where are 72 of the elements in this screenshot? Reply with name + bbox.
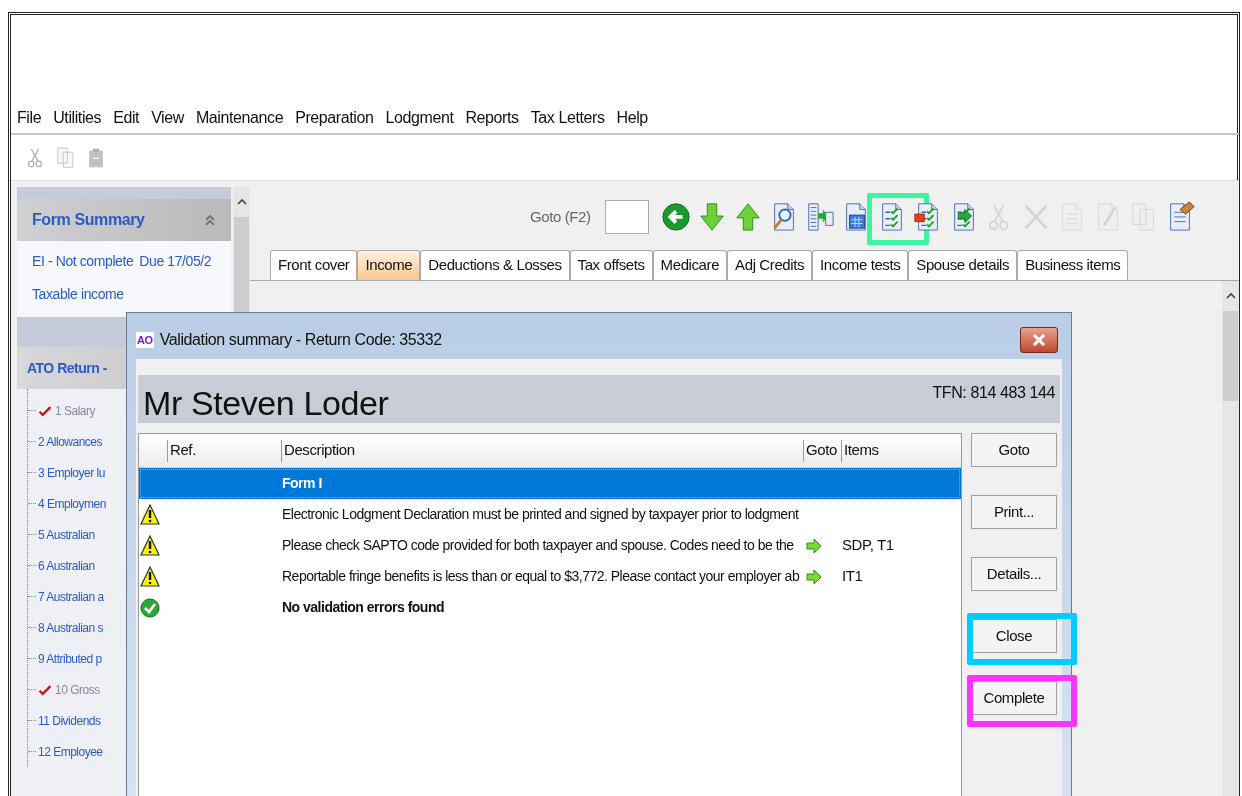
collapse-chevron-icon[interactable]	[204, 213, 216, 227]
tree-item[interactable]: 9 Attributed p	[38, 649, 102, 668]
dialog-button[interactable]: Close	[971, 619, 1057, 653]
tab[interactable]: Income tests	[812, 250, 909, 280]
column-header[interactable]: Description	[284, 439, 355, 462]
selected-row[interactable]: Form I	[139, 468, 961, 499]
dialog-button[interactable]: Print...	[971, 495, 1057, 529]
tab[interactable]: Business items	[1017, 250, 1129, 280]
tfn-label: TFN: 814 483 144	[932, 383, 1055, 403]
menu-item[interactable]: Reports	[465, 106, 519, 130]
summary-link[interactable]: Taxable income	[32, 284, 216, 313]
dialog-button[interactable]: Complete	[971, 681, 1057, 715]
warning-icon	[140, 503, 160, 526]
table-row[interactable]: Reportable fringe benefits is less than or equal to $3,772. Please contact your employer ab IT1	[139, 561, 961, 592]
scroll-up-icon[interactable]	[1224, 291, 1237, 301]
warning-icon	[140, 565, 160, 588]
dialog-button[interactable]: Goto	[971, 433, 1057, 467]
panel-title: Form Summary	[32, 210, 145, 230]
menu-item[interactable]: Preparation	[295, 106, 374, 130]
close-button[interactable]	[1020, 327, 1058, 353]
menu-item[interactable]: Utilities	[53, 106, 102, 130]
menu-item[interactable]: Lodgment	[385, 106, 454, 130]
description-text: Reportable fringe benefits is less than or equal to $3,772. Please contact your employer ab	[282, 568, 800, 584]
tree-item[interactable]: 3 Employer lu	[38, 463, 105, 482]
table-row[interactable]: Please check SAPTO code provided for both taxpayer and spouse. Codes need to be the SDP, T1	[139, 530, 961, 561]
description-text: Form I	[282, 475, 322, 491]
dialog-button[interactable]: Details...	[971, 557, 1057, 591]
tree-item[interactable]: 12 Employee	[38, 742, 103, 761]
tab[interactable]: Medicare	[652, 250, 728, 280]
menu-item[interactable]: Tax Letters	[530, 106, 605, 130]
panel-title: ATO Return -	[27, 358, 107, 378]
description-text: No validation errors found	[282, 599, 444, 615]
goto-arrow-icon[interactable]	[805, 536, 823, 555]
menu-item[interactable]: View	[151, 106, 184, 130]
table-row[interactable]: No validation errors found	[139, 592, 961, 623]
tab[interactable]: Tax offsets	[569, 250, 653, 280]
items-text: IT1	[842, 567, 863, 585]
status-text[interactable]: EI - Not complete	[32, 251, 134, 272]
tab[interactable]: Spouse details	[908, 250, 1018, 280]
scrollbar-thumb[interactable]	[1223, 311, 1238, 401]
menu-item[interactable]: Help	[616, 106, 648, 130]
tab[interactable]: Deductions & Losses	[420, 250, 570, 280]
tree-item[interactable]: 8 Australian s	[38, 618, 104, 637]
warning-icon	[140, 534, 160, 557]
column-header[interactable]: Ref.	[170, 439, 196, 462]
tree-item[interactable]: 11 Dividends	[38, 711, 101, 730]
table-row[interactable]: Electronic Lodgment Declaration must be printed and signed by taxpayer prior to lodgment	[139, 499, 961, 530]
goto-label: Goto (F2)	[530, 206, 591, 227]
menu-item[interactable]: File	[17, 106, 42, 130]
tab[interactable]: Adj Credits	[727, 250, 813, 280]
menu-item[interactable]: Maintenance	[195, 106, 284, 130]
tree-item[interactable]: 2 Allowances	[38, 432, 103, 451]
goto-arrow-icon[interactable]	[805, 567, 823, 586]
close-icon	[1032, 334, 1046, 346]
items-text: SDP, T1	[842, 536, 894, 554]
tab[interactable]: Front cover	[270, 250, 358, 280]
tree-item[interactable]: 6 Australian	[38, 556, 95, 575]
app-logo: AO	[136, 332, 154, 348]
taxpayer-name: Mr Steven Loder	[143, 383, 389, 423]
column-header[interactable]: Items	[844, 439, 879, 462]
scroll-up-icon[interactable]	[235, 197, 248, 207]
due-date: Due 17/05/2	[139, 252, 212, 271]
tree-item[interactable]: 5 Australian	[38, 525, 95, 544]
tree-item[interactable]: 4 Employmen	[38, 494, 106, 513]
description-text: Please check SAPTO code provided for both taxpayer and spouse. Codes need to be the	[282, 537, 794, 553]
goto-input[interactable]	[604, 200, 649, 234]
tab[interactable]: Income	[357, 250, 421, 280]
description-text: Electronic Lodgment Declaration must be printed and signed by taxpayer prior to lodgment	[282, 506, 799, 522]
column-header[interactable]: Goto	[806, 439, 837, 462]
tree-item[interactable]: 7 Australian a	[38, 587, 104, 606]
window-title: Validation summary - Return Code: 35332	[159, 330, 442, 350]
menu-item[interactable]: Edit	[113, 106, 140, 130]
